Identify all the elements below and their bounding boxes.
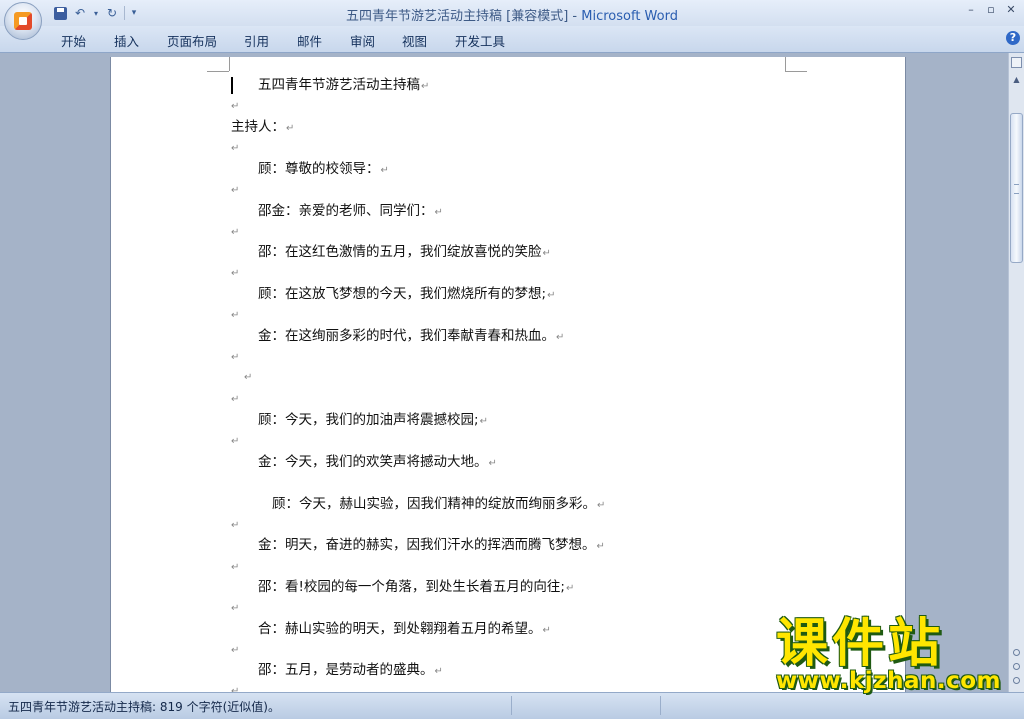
- tab-insert[interactable]: 插入: [114, 31, 139, 50]
- status-word-count[interactable]: 五四青年节游艺活动主持稿: 819 个字符(近似值)。: [8, 698, 280, 715]
- watermark-logo: 课件站: [776, 614, 945, 674]
- paragraph-mark: ↵: [231, 352, 240, 363]
- next-page-icon[interactable]: [1013, 677, 1020, 684]
- minimize-button[interactable]: –: [964, 3, 978, 17]
- help-icon[interactable]: ?: [1006, 31, 1020, 45]
- paragraph-mark: ↵: [547, 290, 556, 301]
- scroll-up-button[interactable]: ▲: [1011, 75, 1022, 84]
- doc-line[interactable]: 金：明天，奋进的赫实，因我们汗水的挥洒而腾飞梦想。↵: [258, 536, 605, 556]
- paragraph-mark: ↵: [565, 583, 575, 594]
- crop-mark: [785, 57, 786, 71]
- paragraph-mark: ↵: [231, 562, 240, 573]
- document-page[interactable]: 五四青年节游艺活动主持稿↵ ↵ 主持人：↵ ↵ 顾：尊敬的校领导：↵ ↵ 邵金：…: [110, 57, 906, 692]
- doc-line-text: 邵：在这红色激情的五月，我们绽放喜悦的笑脸: [258, 244, 542, 260]
- doc-line[interactable]: 主持人：↵: [231, 118, 294, 138]
- doc-line-text: 邵：五月，是劳动者的盛典。: [258, 662, 434, 678]
- paragraph-mark: ↵: [380, 165, 389, 176]
- tab-mailings[interactable]: 邮件: [297, 31, 322, 50]
- doc-line-text: 合：赫山实验的明天，到处翱翔着五月的希望。: [258, 621, 542, 637]
- doc-line[interactable]: 顾：今天，赫山实验，因我们精神的绽放而绚丽多彩。↵: [272, 495, 605, 515]
- doc-line[interactable]: 顾：今天，我们的加油声将震撼校园;↵: [258, 411, 488, 431]
- paragraph-mark: ↵: [488, 458, 497, 469]
- doc-line-text: 金：明天，奋进的赫实，因我们汗水的挥洒而腾飞梦想。: [258, 537, 596, 553]
- doc-line-text: 邵：看!校园的每一个角落，到处生长着五月的向往;: [258, 579, 565, 595]
- vertical-scrollbar[interactable]: ▲: [1008, 53, 1024, 692]
- doc-line[interactable]: 顾：尊敬的校领导：↵: [258, 160, 389, 180]
- doc-line-text: 主持人：: [231, 119, 285, 135]
- paragraph-mark: ↵: [231, 645, 240, 656]
- paragraph-mark: ↵: [596, 541, 605, 552]
- window-title-app: Microsoft Word: [581, 9, 678, 24]
- window-title: 五四青年节游艺活动主持稿 [兼容模式] - Microsoft Word: [0, 5, 1024, 24]
- doc-line[interactable]: 邵：五月，是劳动者的盛典。↵: [258, 661, 443, 681]
- doc-line[interactable]: 邵金：亲爱的老师、同学们：↵: [258, 202, 443, 222]
- paragraph-mark: ↵: [231, 101, 240, 112]
- doc-line[interactable]: 邵：在这红色激情的五月，我们绽放喜悦的笑脸↵: [258, 243, 551, 263]
- scroll-thumb[interactable]: [1010, 113, 1023, 263]
- paragraph-mark: ↵: [421, 81, 430, 92]
- previous-page-icon[interactable]: [1013, 649, 1020, 656]
- tab-page-layout[interactable]: 页面布局: [167, 31, 217, 50]
- doc-line[interactable]: 金：在这绚丽多彩的时代，我们奉献青春和热血。↵: [258, 327, 564, 347]
- paragraph-mark: ↵: [231, 143, 240, 154]
- tab-review[interactable]: 审阅: [350, 31, 375, 50]
- text-cursor: [231, 77, 233, 94]
- doc-line-text: 顾：今天，赫山实验，因我们精神的绽放而绚丽多彩。: [272, 496, 596, 512]
- crop-mark: [229, 57, 230, 71]
- view-ruler-icon[interactable]: [1011, 57, 1022, 68]
- status-bar: 五四青年节游艺活动主持稿: 819 个字符(近似值)。: [0, 692, 1024, 719]
- select-browse-object-icon[interactable]: [1013, 663, 1020, 670]
- doc-line-text: 五四青年节游艺活动主持稿: [258, 77, 420, 93]
- paragraph-mark: ↵: [231, 227, 240, 238]
- ribbon-tabs: 开始 插入 页面布局 引用 邮件 审阅 视图 开发工具 ?: [0, 26, 1024, 53]
- close-button[interactable]: ✕: [1004, 3, 1018, 17]
- doc-line-text: 顾：今天，我们的加油声将震撼校园;: [258, 412, 479, 428]
- paragraph-mark: ↵: [434, 207, 443, 218]
- paragraph-mark: ↵: [542, 625, 551, 636]
- doc-line[interactable]: 合：赫山实验的明天，到处翱翔着五月的希望。↵: [258, 620, 551, 640]
- office-button[interactable]: [4, 2, 42, 40]
- paragraph-mark: ↵: [231, 603, 240, 614]
- paragraph-mark: ↵: [556, 332, 565, 343]
- paragraph-mark: ↵: [597, 500, 606, 511]
- doc-line-text: 邵金：亲爱的老师、同学们：: [258, 203, 434, 219]
- paragraph-mark: ↵: [244, 372, 253, 383]
- window-title-doc: 五四青年节游艺活动主持稿 [兼容模式] -: [346, 9, 582, 24]
- doc-line-text: 金：在这绚丽多彩的时代，我们奉献青春和热血。: [258, 328, 555, 344]
- doc-line[interactable]: 邵：看!校园的每一个角落，到处生长着五月的向往;↵: [258, 578, 574, 598]
- tab-references[interactable]: 引用: [244, 31, 269, 50]
- document-area: 五四青年节游艺活动主持稿↵ ↵ 主持人：↵ ↵ 顾：尊敬的校领导：↵ ↵ 邵金：…: [0, 53, 1008, 692]
- scroll-grip: [1014, 184, 1019, 194]
- doc-title-line[interactable]: 五四青年节游艺活动主持稿↵: [258, 76, 429, 96]
- paragraph-mark: ↵: [231, 436, 240, 447]
- paragraph-mark: ↵: [286, 123, 295, 134]
- doc-line-text: 顾：在这放飞梦想的今天，我们燃烧所有的梦想;: [258, 286, 547, 302]
- paragraph-mark: ↵: [231, 310, 240, 321]
- restore-button[interactable]: ▫: [984, 3, 998, 17]
- doc-line-text: 顾：尊敬的校领导：: [258, 161, 380, 177]
- paragraph-mark: ↵: [479, 416, 488, 427]
- doc-line[interactable]: 顾：在这放飞梦想的今天，我们燃烧所有的梦想;↵: [258, 285, 555, 305]
- paragraph-mark: ↵: [231, 520, 240, 531]
- paragraph-mark: ↵: [542, 248, 551, 259]
- status-separator: [660, 696, 661, 715]
- watermark-url: www.kjzhan.com: [776, 668, 1001, 694]
- tab-developer[interactable]: 开发工具: [455, 31, 505, 50]
- doc-line[interactable]: 金：今天，我们的欢笑声将撼动大地。↵: [258, 453, 497, 473]
- status-separator: [511, 696, 512, 715]
- paragraph-mark: ↵: [231, 268, 240, 279]
- office-logo-icon: [14, 12, 32, 30]
- title-bar: ↶ ▾ ↻ ▾ 五四青年节游艺活动主持稿 [兼容模式] - Microsoft …: [0, 0, 1024, 26]
- doc-line-text: 金：今天，我们的欢笑声将撼动大地。: [258, 454, 488, 470]
- crop-mark: [207, 57, 229, 72]
- tab-view[interactable]: 视图: [402, 31, 427, 50]
- paragraph-mark: ↵: [231, 394, 240, 405]
- crop-mark: [785, 57, 807, 72]
- tab-home[interactable]: 开始: [61, 31, 86, 50]
- paragraph-mark: ↵: [434, 666, 443, 677]
- window-controls: – ▫ ✕: [964, 3, 1018, 17]
- paragraph-mark: ↵: [231, 185, 240, 196]
